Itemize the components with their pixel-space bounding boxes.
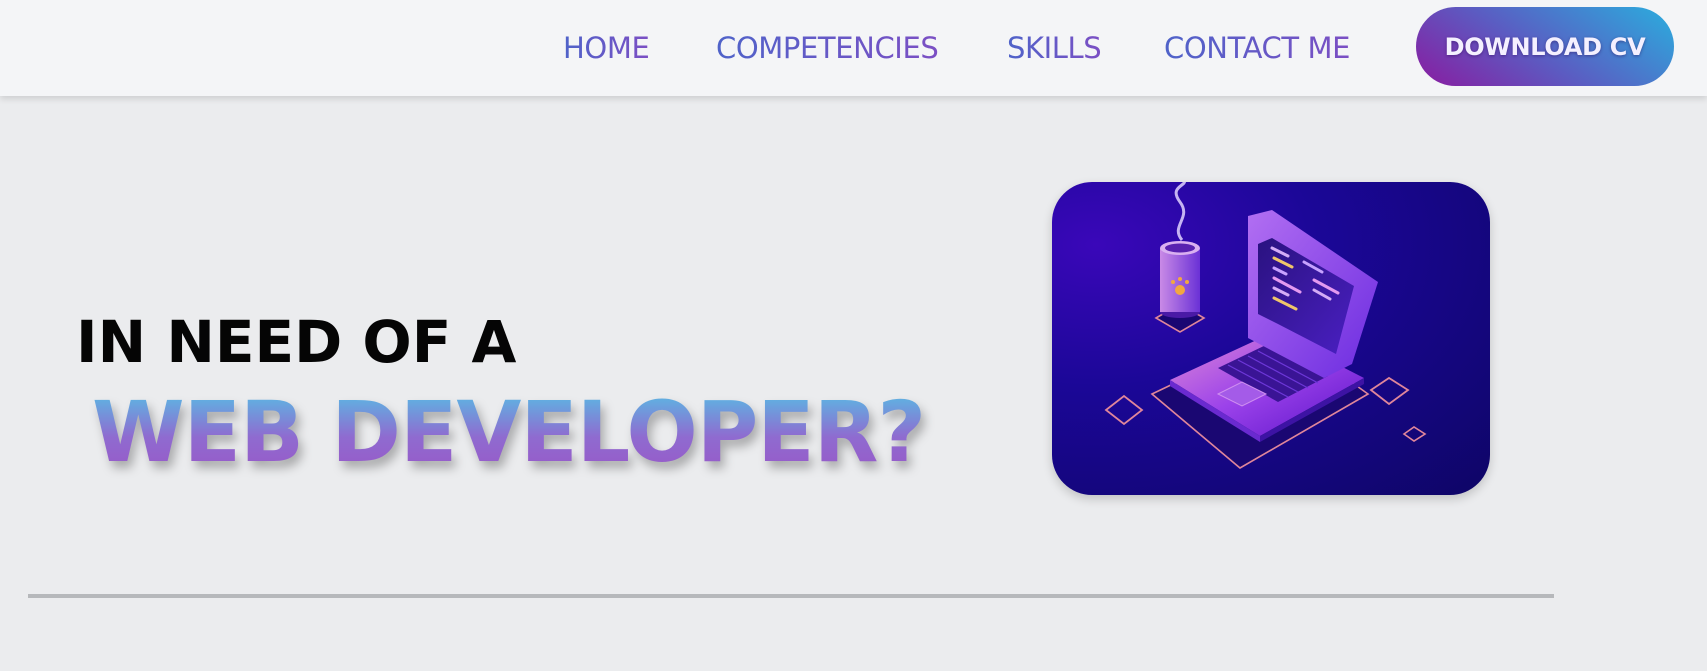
hero-heading-line2: WEB DEVELOPER?: [92, 383, 926, 481]
nav-link-home[interactable]: HOME: [563, 28, 650, 68]
top-navbar: HOME COMPETENCIES SKILLS CONTACT ME DOWN…: [0, 0, 1707, 96]
laptop-coffee-illustration: [1052, 182, 1490, 495]
download-cv-button[interactable]: DOWNLOAD CV: [1416, 7, 1674, 86]
section-divider: [28, 594, 1554, 598]
hero-heading-line1: IN NEED OF A: [76, 308, 517, 376]
page: HOME COMPETENCIES SKILLS CONTACT ME DOWN…: [0, 0, 1707, 671]
nav-link-skills[interactable]: SKILLS: [1007, 28, 1102, 68]
nav-link-competencies[interactable]: COMPETENCIES: [716, 28, 939, 68]
laptop-icon: [1104, 182, 1427, 469]
nav-link-contact-me[interactable]: CONTACT ME: [1164, 28, 1350, 68]
